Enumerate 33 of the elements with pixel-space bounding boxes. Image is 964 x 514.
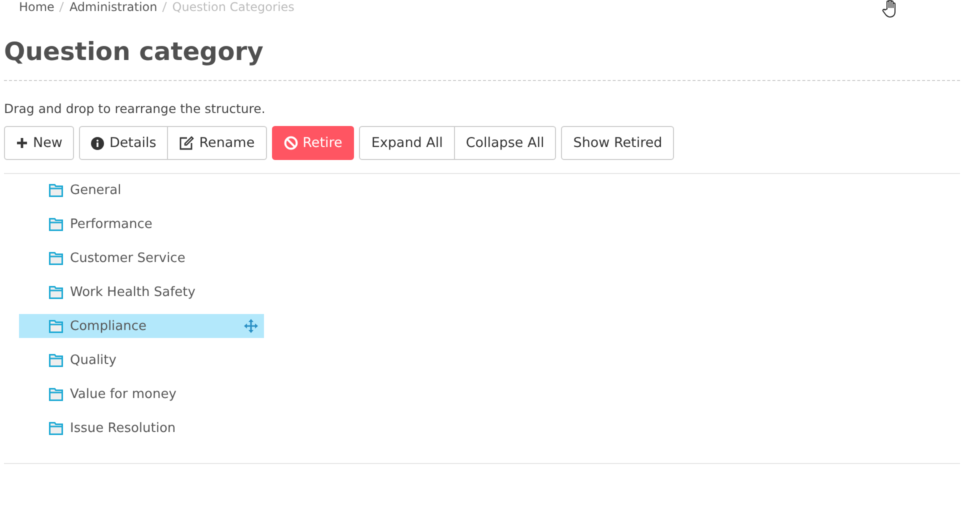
folder-icon	[49, 286, 63, 298]
tree-item[interactable]: Quality	[19, 348, 264, 372]
toolbar-button[interactable]: Rename	[168, 126, 267, 160]
breadcrumb-link[interactable]: Administration	[69, 0, 158, 14]
toolbar-button[interactable]: Collapse All	[454, 126, 556, 160]
folder-icon	[49, 422, 63, 434]
tree-item[interactable]: Work Health Safety	[19, 280, 264, 304]
tree-item[interactable]: Customer Service	[19, 246, 264, 270]
tree-item[interactable]: Performance	[19, 212, 264, 236]
hand-cursor-icon	[882, 0, 898, 18]
folder-icon	[49, 252, 63, 264]
info-icon	[91, 136, 104, 150]
toolbar-button[interactable]: Show Retired	[561, 126, 674, 160]
folder-icon	[49, 354, 63, 366]
move-icon[interactable]	[244, 319, 258, 333]
ban-icon	[284, 136, 298, 150]
toolbar-button[interactable]: Details	[79, 126, 168, 160]
page-title: Question category	[4, 14, 960, 81]
folder-icon	[49, 320, 63, 332]
breadcrumb-link[interactable]: Home	[19, 0, 54, 14]
tree-item[interactable]: Value for money	[19, 382, 264, 406]
breadcrumb-current: Question Categories	[172, 0, 294, 14]
toolbar-button[interactable]: New	[4, 126, 74, 160]
plus-icon	[16, 137, 28, 149]
folder-icon	[49, 184, 63, 196]
instruction-text: Drag and drop to rearrange the structure.	[4, 101, 266, 116]
folder-icon	[49, 388, 63, 400]
edit-icon	[179, 136, 194, 150]
toolbar-button[interactable]: Expand All	[359, 126, 455, 160]
tree-item[interactable]: General	[19, 178, 264, 202]
folder-icon	[49, 218, 63, 230]
tree-item[interactable]: Compliance	[19, 314, 264, 338]
tree-item[interactable]: Issue Resolution	[19, 416, 264, 440]
